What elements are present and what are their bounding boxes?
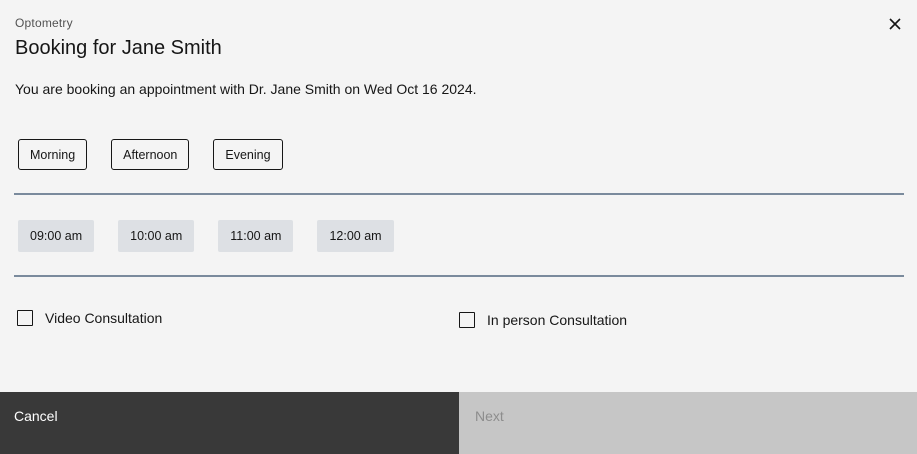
modal-label: Optometry (15, 16, 73, 30)
divider (14, 193, 904, 195)
close-button[interactable] (884, 13, 906, 35)
time-slot[interactable]: 10:00 am (118, 220, 195, 252)
in-person-consultation-label: In person Consultation (487, 312, 628, 328)
video-consultation-label: Video Consultation (45, 310, 163, 326)
time-slot[interactable]: 11:00 am (218, 220, 294, 252)
time-slot[interactable]: 12:00 am (317, 220, 394, 252)
period-morning-button[interactable]: Morning (18, 139, 88, 170)
divider (14, 275, 904, 277)
period-evening-button[interactable]: Evening (213, 139, 283, 170)
cancel-button[interactable]: Cancel (0, 392, 459, 454)
in-person-consultation-checkbox[interactable]: In person Consultation (459, 312, 627, 328)
close-icon (889, 18, 901, 30)
video-consultation-checkbox[interactable]: Video Consultation (17, 310, 162, 326)
period-afternoon-button[interactable]: Afternoon (111, 139, 190, 170)
modal-title: Booking for Jane Smith (15, 37, 222, 59)
next-button[interactable]: Next (459, 392, 917, 454)
checkbox-box[interactable] (17, 310, 33, 326)
time-slot[interactable]: 09:00 am (18, 220, 95, 252)
period-selector: Morning Afternoon Evening (18, 139, 307, 170)
booking-description: You are booking an appointment with Dr. … (15, 81, 477, 97)
checkbox-box[interactable] (459, 312, 475, 328)
booking-modal: Optometry Booking for Jane Smith You are… (0, 0, 917, 454)
time-slot-list: 09:00 am 10:00 am 11:00 am 12:00 am (18, 220, 418, 252)
modal-footer: Cancel Next (0, 392, 917, 454)
